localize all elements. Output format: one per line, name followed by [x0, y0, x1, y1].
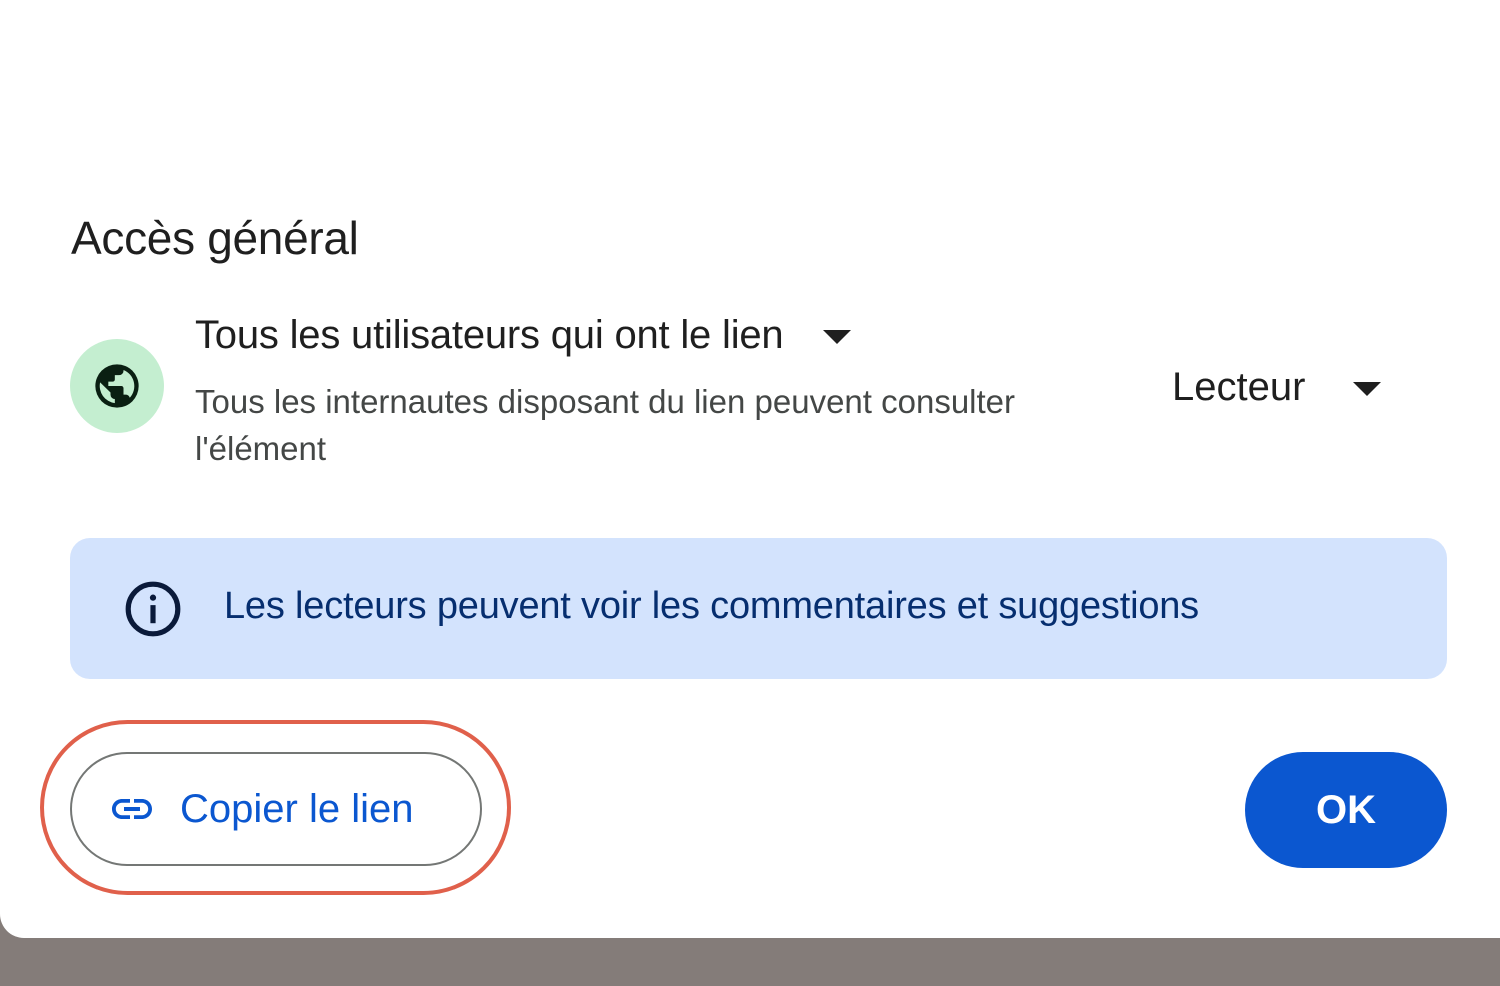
copy-link-label: Copier le lien	[180, 787, 414, 831]
chevron-down-icon	[823, 330, 852, 344]
copy-link-button[interactable]: Copier le lien	[70, 752, 482, 866]
role-label: Lecteur	[1172, 365, 1306, 409]
globe-icon	[70, 339, 164, 433]
ok-button[interactable]: OK	[1245, 752, 1447, 868]
info-banner: Les lecteurs peuvent voir les commentair…	[70, 538, 1447, 679]
info-icon	[125, 581, 181, 637]
link-icon	[112, 799, 152, 819]
section-title: Accès général	[71, 212, 359, 264]
chevron-down-icon	[1353, 382, 1382, 396]
info-banner-text: Les lecteurs peuvent voir les commentair…	[224, 585, 1199, 627]
share-dialog: Accès général Tous les utilisateurs qui …	[0, 0, 1500, 938]
general-access-dropdown[interactable]: Tous les utilisateurs qui ont le lien	[195, 308, 852, 362]
general-access-label: Tous les utilisateurs qui ont le lien	[195, 313, 784, 357]
general-access-description: Tous les internautes disposant du lien p…	[195, 383, 1016, 467]
role-dropdown[interactable]: Lecteur	[1172, 360, 1382, 414]
